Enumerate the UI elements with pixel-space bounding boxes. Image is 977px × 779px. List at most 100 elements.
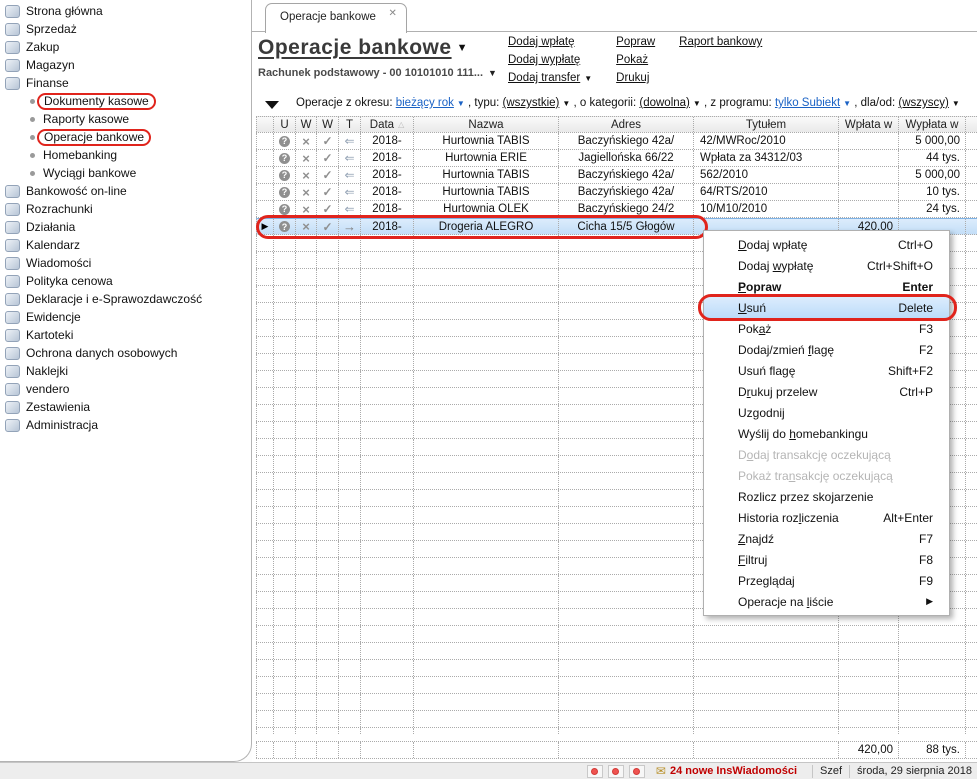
action-link-dodaj-transfer[interactable]: Dodaj transfer ▼	[508, 72, 592, 90]
sidebar-item-wiadomości[interactable]: Wiadomości	[0, 254, 251, 272]
menu-item-operacje-na-liście[interactable]: Operacje na liście ▶	[704, 591, 949, 612]
filter-link-tylko-subiekt[interactable]: tylko Subiekt ▼	[775, 97, 851, 109]
sidebar-item-kalendarz[interactable]: Kalendarz	[0, 236, 251, 254]
table-row[interactable]: ? × ✓ ⇐ 2018- Hurtownia ERIE Jagiellońska 66/2…	[256, 150, 977, 167]
menu-item-uzgodnij[interactable]: Uzgodnij	[704, 402, 949, 423]
sidebar-item-finanse[interactable]: Finanse	[0, 74, 251, 92]
column-header-data[interactable]: Data △	[361, 117, 414, 132]
menu-item-drukuj-przelew[interactable]: Drukuj przelew Ctrl+P	[704, 381, 949, 402]
row-filler	[966, 337, 977, 353]
sidebar-item-operacje-bankowe[interactable]: Operacje bankowe	[0, 128, 251, 146]
empty-cell	[274, 456, 296, 472]
empty-cell	[414, 473, 559, 489]
sidebar-item-zakup[interactable]: Zakup	[0, 38, 251, 56]
filter-link--wszyscy-[interactable]: (wszyscy) ▼	[898, 97, 959, 109]
column-header-tytułem[interactable]: Tytułem	[694, 117, 839, 132]
menu-item-przeglądaj[interactable]: Przeglądaj F9	[704, 570, 949, 591]
page-title-dropdown[interactable]: Operacje bankowe	[258, 36, 452, 60]
filter-link-bieżący-rok[interactable]: bieżący rok ▼	[396, 97, 465, 109]
menu-item-dodaj-wypłatę[interactable]: Dodaj wypłatę Ctrl+Shift+O	[704, 255, 949, 276]
column-header-w[interactable]: W	[296, 117, 317, 132]
cell-wpłata w	[839, 184, 899, 200]
new-messages-link[interactable]: 24 nowe InsWiadomości	[670, 765, 797, 777]
sidebar-item-deklaracje-i-e-sprawozdawczość[interactable]: Deklaracje i e-Sprawozdawczość	[0, 290, 251, 308]
menu-item-rozlicz-przez-skojarzenie[interactable]: Rozlicz przez skojarzenie	[704, 486, 949, 507]
sidebar-item-polityka-cenowa[interactable]: Polityka cenowa	[0, 272, 251, 290]
empty-cell	[274, 626, 296, 642]
table-row[interactable]: ? × ✓ ⇐ 2018- Hurtownia OLEK Baczyńskiego 24/2…	[256, 201, 977, 218]
sidebar-item-naklejki[interactable]: Naklejki	[0, 362, 251, 380]
sidebar-item-zestawienia[interactable]: Zestawienia	[0, 398, 251, 416]
sidebar-item-wyciągi-bankowe[interactable]: Wyciągi bankowe	[0, 164, 251, 182]
empty-cell	[339, 711, 361, 727]
empty-cell	[339, 643, 361, 659]
empty-cell	[296, 609, 317, 625]
menu-item-historia-rozliczenia[interactable]: Historia rozliczenia Alt+Enter	[704, 507, 949, 528]
filter-link--wszystkie-[interactable]: (wszystkie) ▼	[503, 97, 571, 109]
tab-operacje-bankowe[interactable]: Operacje bankowe ✕	[265, 3, 407, 33]
menu-item-dodaj-zmień-flagę[interactable]: Dodaj/zmień flagę F2	[704, 339, 949, 360]
sidebar-item-homebanking[interactable]: Homebanking	[0, 146, 251, 164]
empty-cell	[317, 677, 339, 693]
empty-cell	[256, 541, 274, 557]
sidebar-item-bankowość-on-line[interactable]: Bankowość on-line	[0, 182, 251, 200]
sidebar-item-administracja[interactable]: Administracja	[0, 416, 251, 434]
column-header-wpłata w[interactable]: Wpłata w	[839, 117, 899, 132]
empty-cell	[256, 677, 274, 693]
table-row[interactable]: ? × ✓ ⇐ 2018- Hurtownia TABIS Baczyńskiego 42a…	[256, 133, 977, 150]
close-icon[interactable]: ✕	[389, 8, 397, 19]
sidebar-item-działania[interactable]: Działania	[0, 218, 251, 236]
action-link-popraw[interactable]: Popraw	[616, 36, 655, 54]
sidebar-item-ochrona-danych-osobowych[interactable]: Ochrona danych osobowych	[0, 344, 251, 362]
action-link-pokaż[interactable]: Pokaż	[616, 54, 655, 72]
sidebar-item-raporty-kasowe[interactable]: Raporty kasowe	[0, 110, 251, 128]
empty-cell	[296, 626, 317, 642]
sidebar-item-magazyn[interactable]: Magazyn	[0, 56, 251, 74]
menu-item-filtruj[interactable]: Filtruj F8	[704, 549, 949, 570]
empty-cell	[296, 269, 317, 285]
sidebar-item-strona-główna[interactable]: Strona główna	[0, 2, 251, 20]
column-header-w[interactable]: W	[317, 117, 339, 132]
sidebar-item-rozrachunki[interactable]: Rozrachunki	[0, 200, 251, 218]
sidebar-item-dokumenty-kasowe[interactable]: Dokumenty kasowe	[0, 92, 251, 110]
sidebar-item-sprzedaż[interactable]: Sprzedaż	[0, 20, 251, 38]
menu-item-dodaj-wpłatę[interactable]: Dodaj wpłatę Ctrl+O	[704, 234, 949, 255]
table-row[interactable]: ? × ✓ ⇐ 2018- Hurtownia TABIS Baczyńskiego 42a…	[256, 184, 977, 201]
action-link-dodaj-wypłatę[interactable]: Dodaj wypłatę	[508, 54, 592, 72]
menu-item-usuń[interactable]: Usuń Delete	[704, 297, 949, 318]
menu-item-znajdź[interactable]: Znajdź F7	[704, 528, 949, 549]
action-link-raport-bankowy[interactable]: Raport bankowy	[679, 36, 762, 54]
empty-cell	[361, 371, 414, 387]
empty-cell	[274, 541, 296, 557]
column-header-u[interactable]: U	[274, 117, 296, 132]
sidebar-item-kartoteki[interactable]: Kartoteki	[0, 326, 251, 344]
empty-cell	[274, 694, 296, 710]
sidebar-item-ewidencje[interactable]: Ewidencje	[0, 308, 251, 326]
menu-item-wyślij-do-homebankingu[interactable]: Wyślij do homebankingu	[704, 423, 949, 444]
empty-cell	[296, 405, 317, 421]
column-header-nazwa[interactable]: Nazwa	[414, 117, 559, 132]
menu-item-popraw[interactable]: Popraw Enter	[704, 276, 949, 297]
account-selector[interactable]: Rachunek podstawowy - 00 10101010 111...…	[258, 67, 497, 79]
menu-item-pokaż[interactable]: Pokaż F3	[704, 318, 949, 339]
action-link-dodaj-wpłatę[interactable]: Dodaj wpłatę	[508, 36, 592, 54]
empty-cell	[559, 592, 694, 608]
cell-wypłata w: 5 000,00	[899, 133, 966, 149]
empty-cell	[296, 252, 317, 268]
column-header-adres[interactable]: Adres	[559, 117, 694, 132]
action-link-drukuj[interactable]: Drukuj	[616, 72, 655, 90]
filter-dropdown-icon[interactable]	[265, 101, 279, 109]
column-header-selector[interactable]	[256, 117, 274, 132]
empty-cell	[274, 643, 296, 659]
empty-cell	[339, 354, 361, 370]
column-header-t[interactable]: T	[339, 117, 361, 132]
row-filler	[966, 575, 977, 591]
table-row[interactable]: ? × ✓ ⇐ 2018- Hurtownia TABIS Baczyńskiego 42a…	[256, 167, 977, 184]
records-icon	[5, 310, 20, 324]
menu-item-usuń-flagę[interactable]: Usuń flagę Shift+F2	[704, 360, 949, 381]
empty-cell	[339, 371, 361, 387]
filter-link--dowolna-[interactable]: (dowolna) ▼	[639, 97, 700, 109]
alert-dot-icon	[633, 767, 641, 775]
column-header-wypłata w[interactable]: Wypłata w	[899, 117, 966, 132]
sidebar-item-vendero[interactable]: vendero	[0, 380, 251, 398]
